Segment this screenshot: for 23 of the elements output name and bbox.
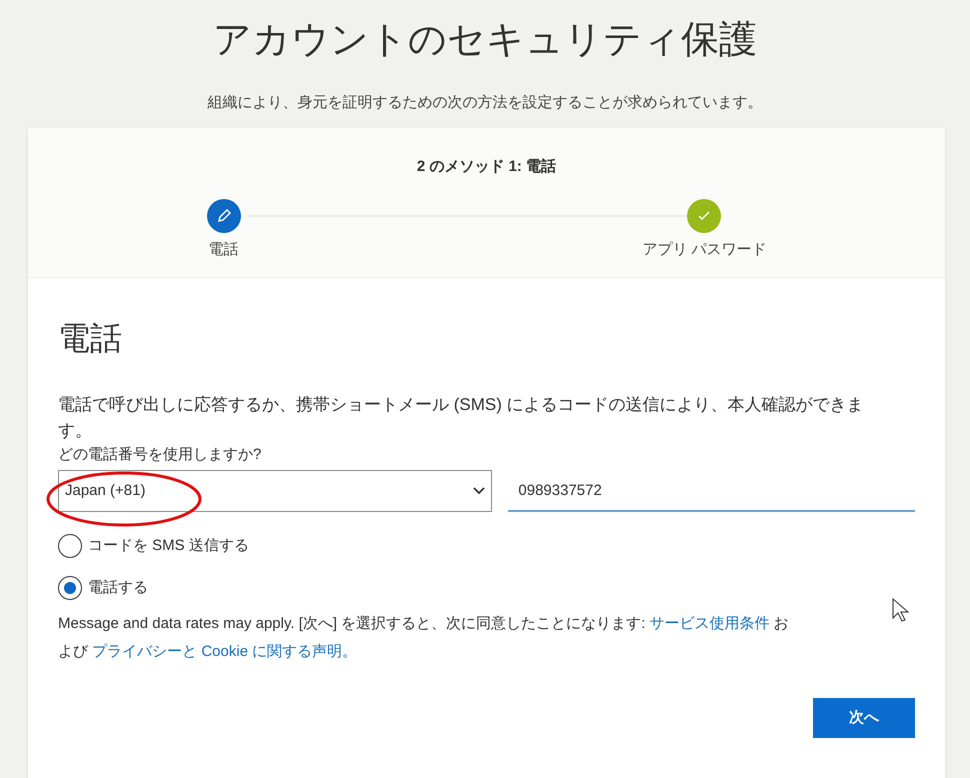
question-label: どの電話番号を使用しますか?: [58, 445, 262, 465]
terms-link[interactable]: プライバシーと Cookie に関する声明。: [92, 643, 358, 660]
terms-text: Message and data rates may apply. [次へ] を選択すると、次に同意したことになります: サービス使用条件 および プライバシーと Cookie に関する声明。: [58, 614, 790, 662]
country-value: Japan (+81): [65, 480, 146, 501]
page-subtitle: 組織により、身元を証明するための次の方法を設定することが求められています。: [208, 93, 762, 113]
section-title: 電話: [58, 319, 123, 358]
page-title: アカウントのセキュリティ保護: [213, 18, 757, 63]
step-label: アプリ パスワード: [642, 240, 766, 260]
description: 電話で呼び出しに応答するか、携帯ショートメール (SMS) によるコードの送信により、本人確認ができます。: [58, 394, 865, 442]
phone-field[interactable]: 0989337572: [508, 470, 915, 512]
step-label: 電話: [208, 240, 238, 260]
progress-heading: 2 のメソッド 1: 電話: [416, 157, 556, 177]
radio-button[interactable]: [58, 576, 82, 600]
radio-button[interactable]: [58, 534, 82, 558]
chevron-down-icon: [473, 487, 486, 495]
country-dropdown[interactable]: Japan (+81): [58, 470, 492, 512]
next-button[interactable]: 次へ: [813, 698, 915, 738]
mouse-pointer-icon: [892, 598, 910, 622]
terms-link[interactable]: サービス使用条件: [650, 615, 770, 632]
checkmark-icon: [687, 198, 722, 232]
pencil-icon: [206, 198, 240, 232]
radio-label: 電話する: [88, 578, 148, 598]
radio-label: コードを SMS 送信する: [88, 536, 249, 556]
